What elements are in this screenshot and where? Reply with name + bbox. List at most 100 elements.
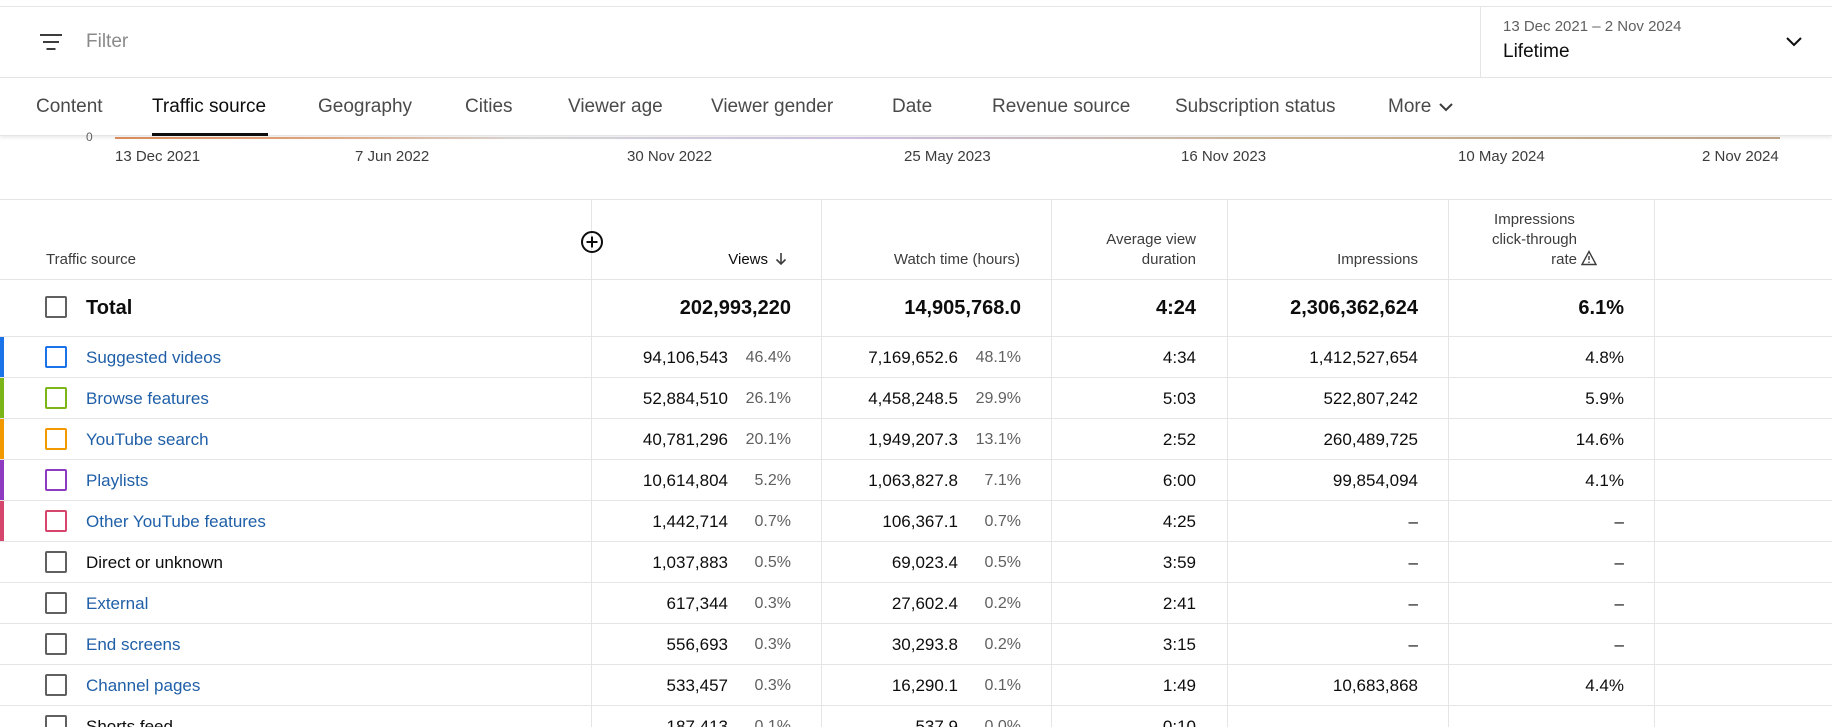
table-row[interactable]: Other YouTube features 1,442,714 0.7% 106,3… [0,501,1832,542]
average-view-duration-value: 4:25 [1162,512,1196,531]
header-impressions[interactable]: Impressions [1337,250,1418,270]
watch-time-percent: 0.1% [984,677,1021,694]
average-view-duration-value: 5:03 [1162,389,1196,408]
table-row-total: Total 202,993,220 14,905,768.0 4:24 2,30… [0,279,1832,337]
filter-icon[interactable] [38,31,64,53]
views-value: 40,781,296 [642,430,728,449]
chart-x-tick: 2 Nov 2024 [1702,148,1779,165]
header-ctr-line3: rate [1551,251,1577,268]
chart-y-zero: 0 [86,130,93,144]
chart-x-tick: 13 Dec 2021 [115,148,201,165]
chart-x-tick: 16 Nov 2023 [1181,148,1267,165]
table-row[interactable]: Playlists 10,614,804 5.2% 1,063,827.8 7.1% 6:… [0,460,1832,501]
watch-time-percent: 0.5% [984,554,1021,571]
watch-time-value: 27,602.4 [891,594,958,613]
warning-icon[interactable] [1581,250,1597,266]
header-views[interactable]: Views [728,250,788,270]
traffic-source-name[interactable]: Playlists [86,471,148,491]
row-checkbox[interactable] [45,592,67,614]
chevron-down-icon[interactable] [1784,31,1804,51]
table-row[interactable]: Direct or unknown 1,037,883 0.5% 69,023.4 0.… [0,542,1832,583]
series-color-bar [0,419,4,459]
chart-x-tick: 10 May 2024 [1458,148,1545,165]
views-percent: 5.2% [754,472,791,489]
traffic-source-name[interactable]: End screens [86,635,181,655]
impressions-value: – [1408,553,1418,572]
table-row[interactable]: Shorts feed 187,413 0.1% 537.9 0.0% 0:10 – – [0,706,1832,727]
chart-area [115,137,1780,139]
series-color-bar [0,501,4,541]
row-checkbox[interactable] [45,633,67,655]
total-average-view-duration: 4:24 [1155,297,1196,319]
header-watch-time[interactable]: Watch time (hours) [894,250,1020,270]
series-color-bar [0,378,4,418]
tab-revenue-source[interactable]: Revenue source [992,96,1130,118]
traffic-source-name[interactable]: Browse features [86,389,209,409]
date-range-picker[interactable]: 13 Dec 2021 – 2 Nov 2024 Lifetime [1480,7,1832,79]
filter-input[interactable]: Filter [86,31,128,53]
tab-viewer-gender[interactable]: Viewer gender [711,96,833,118]
table-row[interactable]: End screens 556,693 0.3% 30,293.8 0.2% 3:15 – – [0,624,1832,665]
ctr-value: – [1614,553,1624,572]
tab-content[interactable]: Content [36,96,103,118]
row-checkbox[interactable] [45,715,67,727]
views-percent: 26.1% [745,390,791,407]
row-checkbox[interactable] [45,387,67,409]
table-row[interactable]: YouTube search 40,781,296 20.1% 1,949,207.3… [0,419,1832,460]
header-traffic-source[interactable]: Traffic source [46,250,136,270]
watch-time-value: 106,367.1 [882,512,958,531]
watch-time-value: 7,169,652.6 [868,348,958,367]
row-checkbox[interactable] [45,469,67,491]
total-impressions: 2,306,362,624 [1290,297,1418,319]
traffic-source-name[interactable]: YouTube search [86,430,209,450]
total-ctr: 6.1% [1578,297,1624,319]
tab-geography[interactable]: Geography [318,96,412,118]
average-view-duration-value: 3:59 [1162,553,1196,572]
traffic-source-name[interactable]: Suggested videos [86,348,221,368]
table-header: Traffic source Views Watch time (hours) … [0,200,1832,280]
tab-more[interactable]: More [1388,96,1455,118]
tab-subscription-status[interactable]: Subscription status [1175,96,1336,118]
table-row[interactable]: Browse features 52,884,510 26.1% 4,458,248.… [0,378,1832,419]
traffic-source-name[interactable]: Other YouTube features [86,512,266,532]
table-row[interactable]: External 617,344 0.3% 27,602.4 0.2% 2:41 – – [0,583,1832,624]
ctr-value: 4.1% [1585,471,1624,490]
views-percent: 0.7% [754,513,791,530]
tab-traffic-source[interactable]: Traffic source [152,96,266,118]
impressions-value: 99,854,094 [1332,471,1418,490]
header-impressions-ctr[interactable]: Impressions click-through rate [1492,210,1597,270]
average-view-duration-value: 4:34 [1162,348,1196,367]
tab-viewer-age[interactable]: Viewer age [568,96,663,118]
watch-time-percent: 13.1% [975,431,1021,448]
row-checkbox[interactable] [45,346,67,368]
ctr-value: – [1614,717,1624,727]
traffic-source-name[interactable]: External [86,594,148,614]
watch-time-value: 1,063,827.8 [868,471,958,490]
total-checkbox[interactable] [45,296,67,318]
table-row[interactable]: Channel pages 533,457 0.3% 16,290.1 0.1% 1:49… [0,665,1832,706]
ctr-value: – [1614,594,1624,613]
watch-time-percent: 0.2% [984,636,1021,653]
average-view-duration-value: 3:15 [1162,635,1196,654]
row-checkbox[interactable] [45,551,67,573]
table-row[interactable]: Suggested videos 94,106,543 46.4% 7,169,652… [0,337,1832,378]
chart-x-tick: 30 Nov 2022 [627,148,713,165]
header-views-label: Views [728,251,768,268]
traffic-source-table: Traffic source Views Watch time (hours) … [0,199,1832,280]
row-checkbox[interactable] [45,674,67,696]
header-average-view-duration[interactable]: Average view duration [1106,230,1196,270]
impressions-value: – [1408,594,1418,613]
chart-x-tick: 25 May 2023 [904,148,991,165]
ctr-value: 14.6% [1575,430,1624,449]
tab-date[interactable]: Date [892,96,932,118]
row-checkbox[interactable] [45,510,67,532]
average-view-duration-value: 2:41 [1162,594,1196,613]
traffic-source-name: Shorts feed [86,717,173,727]
row-checkbox[interactable] [45,428,67,450]
tab-cities[interactable]: Cities [465,96,513,118]
traffic-source-name[interactable]: Channel pages [86,676,200,696]
add-column-icon[interactable] [580,230,604,254]
average-view-duration-value: 0:10 [1162,717,1196,727]
impressions-value: – [1408,717,1418,727]
ctr-value: – [1614,512,1624,531]
